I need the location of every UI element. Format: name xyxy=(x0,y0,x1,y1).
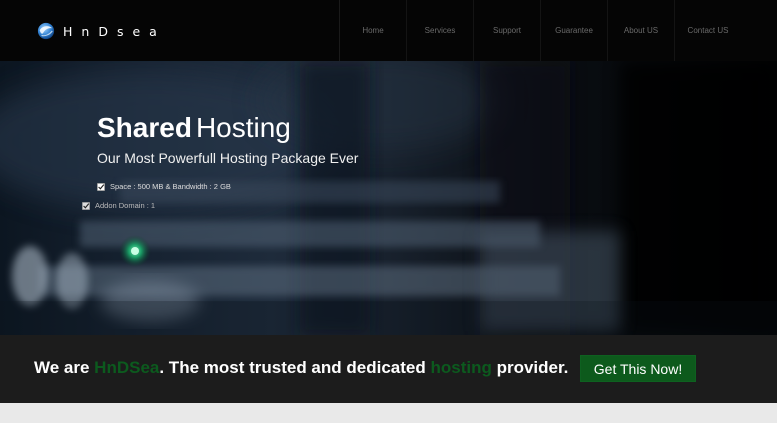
checkbox-icon xyxy=(82,201,90,210)
cta-text-middle: . The most trusted and dedicated xyxy=(159,358,431,377)
checkbox-icon xyxy=(97,182,105,191)
nav-home[interactable]: Home xyxy=(339,0,406,61)
hero-title: Shared Hosting xyxy=(97,112,291,144)
nav-services[interactable]: Services xyxy=(406,0,473,61)
feature-item: Space : 500 MB & Bandwidth : 2 GB xyxy=(97,182,231,191)
globe-swirl-icon xyxy=(37,22,55,40)
cta-band: We are HnDSea. The most trusted and dedi… xyxy=(0,335,777,403)
footer-strip xyxy=(0,403,777,423)
nav-support[interactable]: Support xyxy=(473,0,540,61)
feature-text: Space : 500 MB & Bandwidth : 2 GB xyxy=(110,182,231,191)
site-header: HnDsea Home Services Support Guarantee A… xyxy=(0,0,777,61)
page: HnDsea Home Services Support Guarantee A… xyxy=(0,0,777,423)
logo[interactable]: HnDsea xyxy=(37,20,166,42)
cta-text-suffix: provider. xyxy=(491,358,569,377)
cta-brand: HnDSea xyxy=(94,358,160,377)
hero-subtitle: Our Most Powerfull Hosting Package Ever xyxy=(97,150,359,166)
main-nav: Home Services Support Guarantee About US… xyxy=(339,0,741,61)
hero-banner: Shared Hosting Our Most Powerfull Hosting… xyxy=(0,61,777,335)
hero-title-bold: Shared xyxy=(97,112,192,143)
get-this-now-button[interactable]: Get This Now! xyxy=(580,355,696,382)
nav-contact-us[interactable]: Contact US xyxy=(674,0,741,61)
server-rack-background xyxy=(0,61,777,335)
feature-text: Addon Domain : 1 xyxy=(95,201,156,210)
nav-about-us[interactable]: About US xyxy=(607,0,674,61)
nav-guarantee[interactable]: Guarantee xyxy=(540,0,607,61)
cta-tagline: We are HnDSea. The most trusted and dedi… xyxy=(34,358,568,378)
feature-item: Addon Domain : 1 xyxy=(82,201,155,210)
logo-text: HnDsea xyxy=(63,23,166,39)
hero-title-light: Hosting xyxy=(195,112,291,143)
cta-highlight: hosting xyxy=(430,358,492,377)
cta-text-prefix: We are xyxy=(34,358,95,377)
